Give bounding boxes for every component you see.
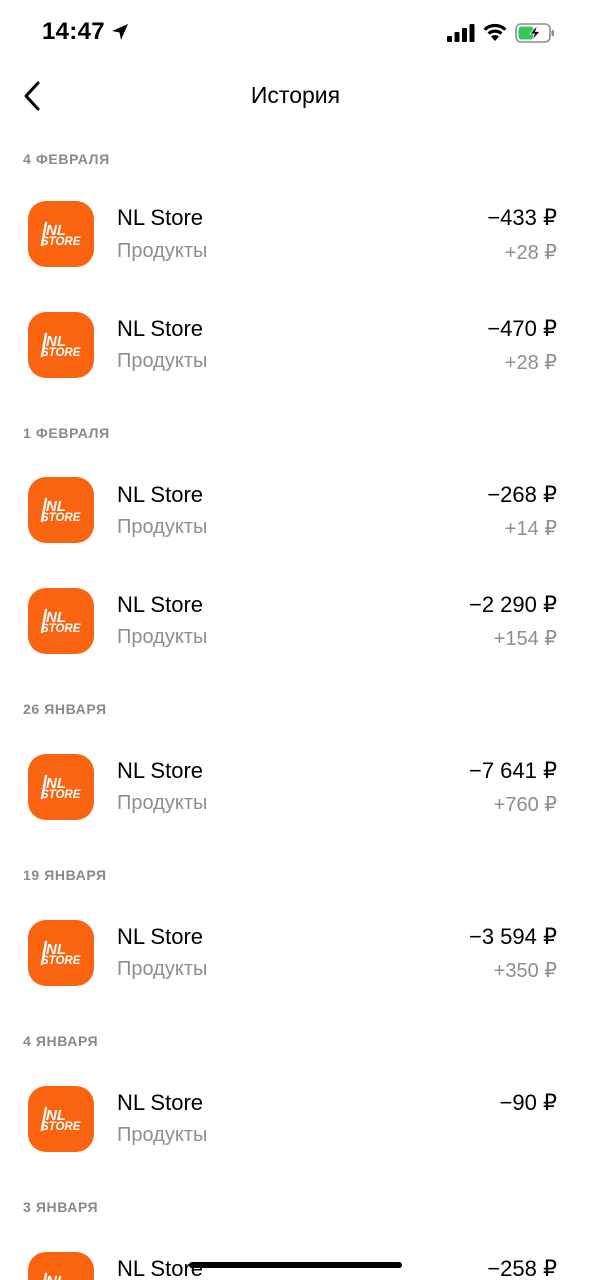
location-arrow-icon xyxy=(112,24,128,40)
merchant-name: NL Store xyxy=(117,482,204,507)
transaction-category: Продукты xyxy=(117,350,208,372)
nl-store-logo-mark: NLSTORE xyxy=(43,1272,66,1280)
transaction-amount: −3 594 ₽ xyxy=(468,924,557,949)
transaction-amount: −433 ₽ xyxy=(487,205,557,230)
svg-text:STORE: STORE xyxy=(41,789,81,801)
section-header-date: 19 января xyxy=(23,867,107,883)
transaction-row[interactable]: NL STORE NL Store Продукты −7 641 ₽ +760 … xyxy=(0,737,591,837)
nl-store-logo-mark: NLSTORE xyxy=(40,1106,81,1133)
cashback-amount: +14 ₽ xyxy=(504,518,557,540)
svg-text:STORE: STORE xyxy=(41,347,81,359)
nl-store-logo-mark: NLSTORE xyxy=(40,608,81,635)
wifi-icon xyxy=(483,23,507,41)
cellular-signal-icon xyxy=(447,24,475,42)
nl-store-logo-mark: NLSTORE xyxy=(40,221,81,248)
section-header-date: 26 января xyxy=(23,701,107,717)
transaction-category: Продукты xyxy=(117,516,208,538)
status-bar: 14:47 xyxy=(0,0,591,66)
merchant-name: NL Store xyxy=(117,924,204,949)
section-header-date: 4 января xyxy=(23,1033,99,1049)
transaction-row[interactable]: NL STORE NL Store Продукты −2 290 ₽ +154 … xyxy=(0,571,591,671)
nl-store-logo: NLSTORE xyxy=(28,754,94,820)
transaction-amount: −7 641 ₽ xyxy=(468,758,557,783)
section-header-date: 4 февраля xyxy=(23,151,110,167)
transaction-category: Продукты xyxy=(117,792,208,814)
svg-text:STORE: STORE xyxy=(41,1121,81,1133)
nl-store-logo: NLSTORE xyxy=(28,312,94,378)
nl-store-logo: NLSTORE xyxy=(28,1086,94,1152)
transaction-amount: −2 290 ₽ xyxy=(468,592,557,617)
section-header-date: 3 января xyxy=(23,1199,99,1215)
transaction-amount: −258 ₽ xyxy=(487,1256,557,1280)
nl-store-logo: NLSTORE xyxy=(28,920,94,986)
cashback-amount: +350 ₽ xyxy=(493,960,557,982)
nl-store-logo: NLSTORE xyxy=(28,588,94,654)
transaction-row[interactable]: NL STORE NL Store Продукты −268 ₽ +14 ₽ xyxy=(0,461,591,561)
status-time: 14:47 xyxy=(42,18,105,45)
transaction-amount: −268 ₽ xyxy=(487,482,557,507)
transaction-amount: −470 ₽ xyxy=(487,316,557,341)
svg-text:STORE: STORE xyxy=(41,623,81,635)
merchant-name: NL Store xyxy=(117,592,204,617)
cashback-amount: +28 ₽ xyxy=(504,352,557,374)
nl-store-logo-mark: NLSTORE xyxy=(40,940,81,967)
merchant-name: NL Store xyxy=(117,758,204,783)
nl-store-logo-mark: NLSTORE xyxy=(40,332,81,359)
svg-text:STORE: STORE xyxy=(41,512,81,524)
transaction-category: Продукты xyxy=(117,1124,208,1146)
nl-store-logo: NLSTORE xyxy=(28,1252,94,1280)
transaction-row[interactable]: NL STORE NL Store Продукты −90 ₽ xyxy=(0,1069,591,1169)
transaction-category: Продукты xyxy=(117,626,208,648)
nl-store-logo: NLSTORE xyxy=(28,477,94,543)
merchant-name: NL Store xyxy=(117,1256,204,1280)
history-screen: 14:47 История 4 февр xyxy=(0,0,591,1280)
section-header-date: 1 февраля xyxy=(23,425,110,441)
transaction-row[interactable]: NLSTORE NL Store −258 ₽ xyxy=(0,1235,591,1280)
nl-store-logo-mark: NLSTORE xyxy=(40,497,81,524)
merchant-name: NL Store xyxy=(117,205,204,230)
cashback-amount: +28 ₽ xyxy=(504,242,557,264)
svg-text:STORE: STORE xyxy=(41,236,81,248)
nl-store-logo-mark: NLSTORE xyxy=(40,774,81,801)
transaction-row[interactable]: NL STORE NL Store Продукты −433 ₽ +28 ₽ xyxy=(0,185,591,285)
cashback-amount: +760 ₽ xyxy=(493,794,557,816)
svg-text:STORE: STORE xyxy=(41,955,81,967)
transaction-category: Продукты xyxy=(117,240,208,262)
battery-charging-icon xyxy=(515,23,554,43)
merchant-name: NL Store xyxy=(117,316,204,341)
nav-bar: История xyxy=(0,66,591,126)
transaction-amount: −90 ₽ xyxy=(499,1090,557,1115)
page-title: История xyxy=(250,82,341,108)
transaction-row[interactable]: NL STORE NL Store Продукты −3 594 ₽ +350 … xyxy=(0,903,591,1003)
transaction-row[interactable]: NL STORE NL Store Продукты −470 ₽ +28 ₽ xyxy=(0,295,591,395)
home-indicator[interactable] xyxy=(189,1262,402,1268)
cashback-amount: +154 ₽ xyxy=(493,628,557,650)
svg-text:NL: NL xyxy=(46,1273,66,1280)
nl-store-logo: NLSTORE xyxy=(28,201,94,267)
merchant-name: NL Store xyxy=(117,1090,204,1115)
transaction-category: Продукты xyxy=(117,958,208,980)
